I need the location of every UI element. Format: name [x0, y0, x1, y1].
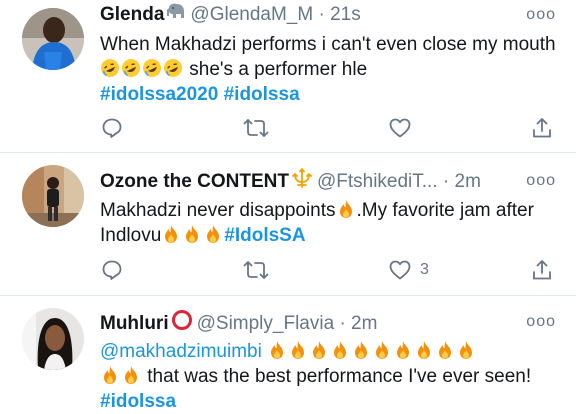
timestamp[interactable]: 2m	[455, 171, 481, 192]
tweet-text-part: When Makhadzi performs i can't even clos…	[100, 34, 556, 55]
rofl-icon	[143, 59, 161, 77]
more-options-icon[interactable]: ooo	[526, 309, 556, 335]
retweet-button[interactable]	[243, 114, 269, 142]
fire-icon	[313, 341, 326, 359]
share-button[interactable]	[530, 256, 554, 284]
more-options-icon[interactable]: ooo	[526, 2, 556, 28]
trident-emblem-icon	[291, 168, 313, 196]
rofl-icon	[101, 59, 119, 77]
fire-icon	[460, 341, 473, 359]
author-handle[interactable]: @FtshikediT...	[317, 171, 438, 192]
author-name[interactable]: Glenda	[100, 4, 164, 25]
share-icon	[533, 260, 551, 280]
tweet-text: When Makhadzi performs i can't even clos…	[100, 32, 562, 107]
share-button[interactable]	[530, 114, 554, 142]
fire-emoji-group	[267, 341, 477, 362]
like-button[interactable]	[388, 114, 412, 142]
timestamp[interactable]: 2m	[351, 313, 377, 334]
tweet-actions: 3	[100, 256, 560, 284]
fire-icon	[397, 341, 410, 359]
like-button[interactable]: 3	[388, 256, 429, 284]
fire-icon	[104, 366, 116, 384]
retweet-button[interactable]	[243, 256, 269, 284]
reply-button[interactable]	[100, 256, 124, 284]
fire-icon	[439, 341, 452, 359]
rofl-icon	[122, 59, 140, 77]
timeline: Glenda @GlendaM_M · 21s ooo When Makhadzi…	[0, 0, 576, 414]
tweet-3[interactable]: Muhluri @Simply_Flavia · 2m ooo @makhadzi…	[0, 296, 576, 414]
tweet-2[interactable]: Ozone the CONTENT @FtshikediT... · 2m ooo…	[0, 153, 576, 293]
avatar[interactable]	[22, 8, 84, 70]
hashtag-link[interactable]: #idolssa2020	[100, 84, 218, 105]
separator-dot: ·	[339, 313, 346, 335]
tweet-text: @makhadzimuimbi that was the best perfor…	[100, 339, 562, 414]
fire-icon	[418, 341, 431, 359]
author-name[interactable]: Ozone the CONTENT	[100, 171, 289, 192]
author-name[interactable]: Muhluri	[100, 313, 169, 334]
fire-icon	[376, 341, 389, 359]
tweet-text-part: she's a performer hle	[189, 59, 368, 80]
reply-icon	[102, 260, 122, 280]
hashtag-link[interactable]: #IdolsSA	[224, 225, 305, 246]
elephant-icon	[166, 2, 186, 28]
fire-icon	[334, 341, 347, 359]
reply-button[interactable]	[100, 114, 124, 142]
fire-emoji-group-2	[100, 366, 142, 387]
timestamp[interactable]: 21s	[330, 4, 361, 25]
avatar[interactable]	[22, 165, 84, 227]
avatar[interactable]	[22, 308, 84, 370]
hashtag-link[interactable]: #idolssa	[100, 391, 176, 412]
hashtag-link[interactable]: #idolssa	[224, 84, 300, 105]
heart-icon	[389, 118, 411, 138]
retweet-icon	[243, 261, 269, 279]
fire-icon	[186, 225, 199, 243]
fire-icon	[271, 341, 284, 359]
separator-dot: ·	[442, 171, 450, 193]
heart-icon	[389, 260, 411, 280]
rofl-emoji-group	[100, 59, 189, 80]
tweet-text-part: that was the best performance I've ever …	[147, 366, 532, 387]
tweet-text: Makhadzi never disappoints .My favorite j…	[100, 198, 562, 248]
reply-icon	[102, 118, 122, 138]
fire-icon	[125, 366, 137, 384]
tweet-1[interactable]: Glenda @GlendaM_M · 21s ooo When Makhadzi…	[0, 0, 576, 150]
retweet-icon	[243, 119, 269, 137]
tweet-actions	[100, 114, 560, 142]
fire-icon	[165, 225, 178, 243]
author-handle[interactable]: @GlendaM_M	[190, 4, 313, 25]
rofl-icon	[164, 59, 182, 77]
more-options-icon[interactable]: ooo	[526, 168, 556, 194]
separator-dot: ·	[318, 4, 325, 26]
red-circle-icon	[171, 309, 193, 339]
fire-icon	[355, 341, 368, 359]
mention-link[interactable]: @makhadzimuimbi	[100, 341, 262, 362]
author-handle[interactable]: @Simply_Flavia	[197, 313, 335, 334]
like-count: 3	[420, 261, 429, 278]
tweet-text-part: Makhadzi never disappoints	[100, 200, 336, 221]
fire-icon	[207, 225, 220, 243]
fire-icon	[292, 341, 305, 359]
fire-icon	[339, 200, 352, 218]
share-icon	[533, 118, 551, 138]
